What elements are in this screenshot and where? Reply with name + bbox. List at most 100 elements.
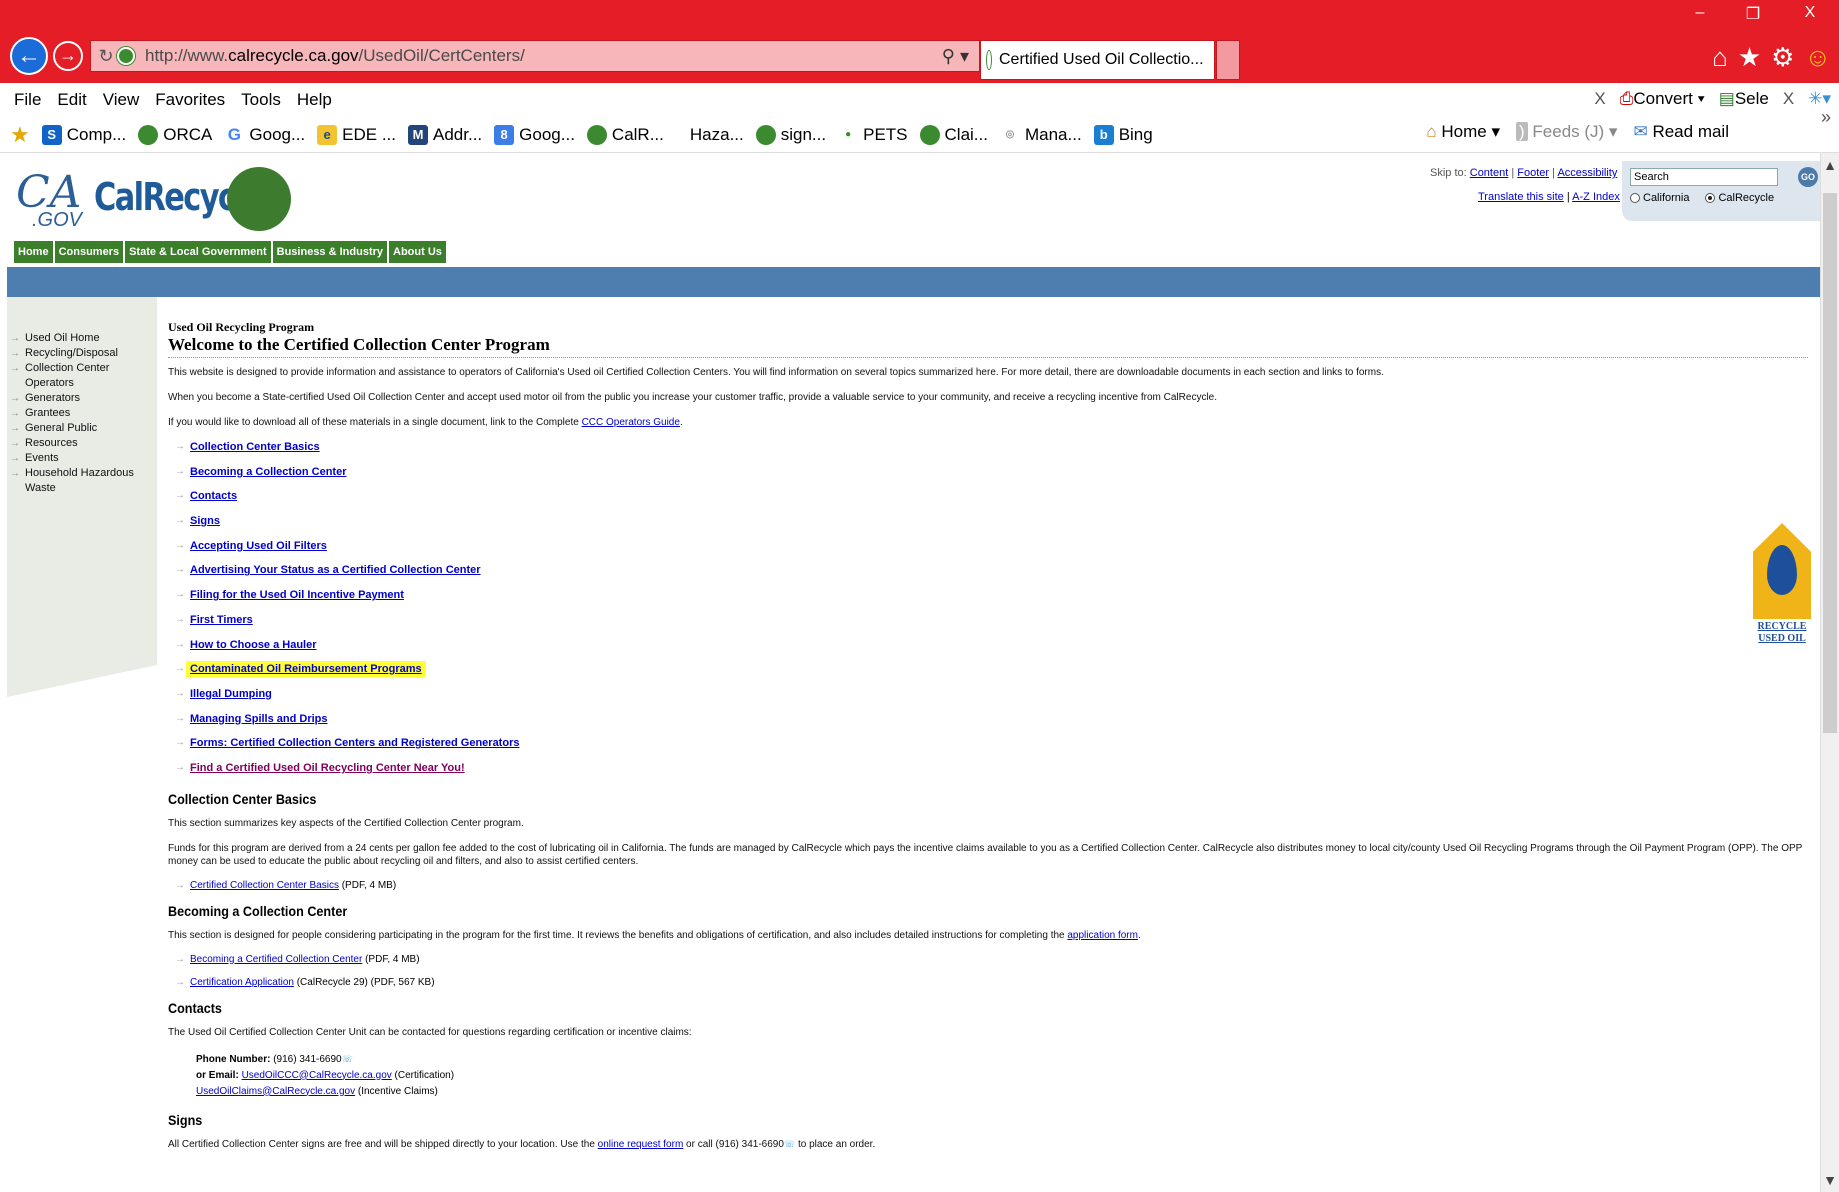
nav-state-local-government[interactable]: State & Local Government bbox=[125, 241, 273, 263]
link-managing-spills[interactable]: Managing Spills and Drips bbox=[190, 713, 328, 725]
application-form-link[interactable]: application form bbox=[1067, 930, 1138, 941]
ccc-operators-guide-link[interactable]: CCC Operators Guide bbox=[582, 417, 680, 428]
translate-link[interactable]: Translate this site bbox=[1478, 191, 1564, 203]
search-go-button[interactable]: GO bbox=[1798, 167, 1818, 187]
fav-sign[interactable]: sign... bbox=[755, 124, 826, 145]
nav-home[interactable]: Home bbox=[14, 241, 55, 263]
gear-icon[interactable]: ⚙ bbox=[1771, 42, 1794, 73]
refresh-icon[interactable]: ↻ bbox=[95, 46, 117, 67]
google-icon: G bbox=[224, 124, 245, 145]
nav-consumers[interactable]: Consumers bbox=[54, 241, 126, 263]
forward-arrow-icon[interactable]: → bbox=[53, 41, 83, 71]
link-find-center[interactable]: Find a Certified Used Oil Recycling Cent… bbox=[190, 762, 465, 774]
az-index-link[interactable]: A-Z Index bbox=[1572, 191, 1620, 203]
fav-bing[interactable]: b Bing bbox=[1093, 124, 1153, 145]
list-item: Signs bbox=[168, 515, 1808, 540]
leftnav-resources[interactable]: Resources bbox=[10, 436, 157, 451]
feeds-button[interactable]: ) Feeds (J) ▾ bbox=[1516, 122, 1617, 142]
link-first-timers[interactable]: First Timers bbox=[190, 614, 253, 626]
favorites-star-add-icon[interactable]: ★ bbox=[10, 122, 30, 148]
link-becoming-collection-center[interactable]: Becoming a Collection Center bbox=[190, 466, 346, 478]
recycle-used-oil-logo[interactable]: RECYCLE USED OIL bbox=[1750, 523, 1814, 645]
back-arrow-icon[interactable]: ← bbox=[10, 37, 48, 75]
home-icon[interactable]: ⌂ bbox=[1712, 42, 1728, 73]
smiley-feedback-icon[interactable]: ☺ bbox=[1804, 42, 1831, 73]
address-bar[interactable]: ↻ http://www.calrecycle.ca.gov/UsedOil/C… bbox=[90, 40, 980, 72]
restore-button[interactable]: ❐ bbox=[1733, 4, 1773, 24]
email-ccc-link[interactable]: UsedOilCCC@CalRecycle.ca.gov bbox=[242, 1070, 392, 1081]
read-mail-button[interactable]: ✉ Read mail bbox=[1633, 122, 1729, 142]
ca-gov-calrecycle-logo[interactable]: CA .GOV CalRecycle bbox=[12, 163, 291, 238]
menu-edit[interactable]: Edit bbox=[57, 90, 86, 110]
menu-favorites[interactable]: Favorites bbox=[155, 90, 225, 110]
fav-addr[interactable]: M Addr... bbox=[408, 124, 482, 145]
tab-certified-used-oil[interactable]: Certified Used Oil Collectio... × bbox=[980, 40, 1223, 80]
close-window-button[interactable]: X bbox=[1790, 4, 1830, 22]
fav-pets[interactable]: ● PETS bbox=[838, 125, 907, 145]
skip-accessibility-link[interactable]: Accessibility bbox=[1557, 167, 1617, 179]
menu-help[interactable]: Help bbox=[297, 90, 332, 110]
nav-business-industry[interactable]: Business & Industry bbox=[272, 241, 389, 263]
toolbar-close-button[interactable]: X bbox=[1594, 89, 1605, 109]
fav-ede[interactable]: e EDE ... bbox=[317, 124, 396, 145]
radio-california[interactable]: California bbox=[1630, 192, 1689, 204]
link-accepting-used-oil-filters[interactable]: Accepting Used Oil Filters bbox=[190, 540, 327, 552]
leftnav-events[interactable]: Events bbox=[10, 451, 157, 466]
becoming-pdf-link[interactable]: Becoming a Certified Collection Center bbox=[190, 954, 362, 965]
fav-calr[interactable]: CalR... bbox=[586, 124, 664, 145]
skip-content-link[interactable]: Content bbox=[1470, 167, 1509, 179]
skip-footer-link[interactable]: Footer bbox=[1517, 167, 1549, 179]
link-collection-center-basics[interactable]: Collection Center Basics bbox=[190, 441, 320, 453]
chevron-more-icon[interactable]: » bbox=[1821, 107, 1831, 128]
link-contaminated-oil-reimbursement[interactable]: Contaminated Oil Reimbursement Programs bbox=[186, 661, 426, 678]
search-icon[interactable]: ⚲ ▾ bbox=[942, 46, 969, 67]
link-illegal-dumping[interactable]: Illegal Dumping bbox=[190, 688, 272, 700]
address-url[interactable]: http://www.calrecycle.ca.gov/UsedOil/Cer… bbox=[145, 46, 525, 66]
email-claims-link[interactable]: UsedOilClaims@CalRecycle.ca.gov bbox=[196, 1086, 355, 1097]
fav-clai[interactable]: Clai... bbox=[919, 124, 988, 145]
new-tab-button[interactable] bbox=[1216, 40, 1240, 80]
scroll-thumb[interactable] bbox=[1823, 193, 1837, 733]
list-item: Filing for the Used Oil Incentive Paymen… bbox=[168, 589, 1808, 614]
online-request-form-link[interactable]: online request form bbox=[598, 1139, 684, 1150]
menu-file[interactable]: File bbox=[14, 90, 41, 110]
search-input[interactable] bbox=[1630, 168, 1778, 186]
convert-button[interactable]: ⎙Convert ▾ bbox=[1620, 89, 1705, 109]
scroll-down-icon[interactable]: ▼ bbox=[1823, 1172, 1837, 1188]
leftnav-recycling-disposal[interactable]: Recycling/Disposal bbox=[10, 346, 157, 361]
fav-mana[interactable]: ◎ Mana... bbox=[1000, 125, 1082, 145]
link-contacts[interactable]: Contacts bbox=[190, 490, 237, 502]
leftnav-collection-center-operators[interactable]: Collection Center Operators bbox=[10, 361, 157, 391]
menu-view[interactable]: View bbox=[103, 90, 140, 110]
vertical-scrollbar[interactable]: ▲ ▼ bbox=[1820, 153, 1839, 1192]
minimize-button[interactable]: – bbox=[1680, 4, 1720, 22]
link-choose-hauler[interactable]: How to Choose a Hauler bbox=[190, 639, 317, 651]
fav-orca[interactable]: ORCA bbox=[138, 124, 212, 145]
link-signs[interactable]: Signs bbox=[190, 515, 220, 527]
web-slice-icon[interactable]: ✳▾ bbox=[1808, 89, 1831, 109]
leftnav-general-public[interactable]: General Public bbox=[10, 421, 157, 436]
menu-tools[interactable]: Tools bbox=[241, 90, 281, 110]
scroll-up-icon[interactable]: ▲ bbox=[1823, 157, 1837, 173]
fav-google-1[interactable]: G Goog... bbox=[224, 124, 305, 145]
phone-icon[interactable]: ☏ bbox=[342, 1054, 353, 1064]
select-button[interactable]: ▤Sele bbox=[1719, 89, 1769, 109]
nav-about-us[interactable]: About Us bbox=[389, 241, 448, 263]
link-advertising-status[interactable]: Advertising Your Status as a Certified C… bbox=[190, 564, 481, 576]
phone-icon[interactable]: ☏ bbox=[784, 1139, 795, 1149]
fav-google-2[interactable]: 8 Goog... bbox=[494, 124, 575, 145]
toolbar-close-button-2[interactable]: X bbox=[1783, 89, 1794, 109]
leftnav-used-oil-home[interactable]: Used Oil Home bbox=[10, 331, 157, 346]
favorites-star-icon[interactable]: ★ bbox=[1738, 42, 1761, 73]
link-forms[interactable]: Forms: Certified Collection Centers and … bbox=[190, 737, 519, 749]
link-filing-incentive-payment[interactable]: Filing for the Used Oil Incentive Paymen… bbox=[190, 589, 404, 601]
radio-calrecycle[interactable]: CalRecycle bbox=[1705, 192, 1774, 204]
fav-comp[interactable]: S Comp... bbox=[41, 124, 126, 145]
leftnav-generators[interactable]: Generators bbox=[10, 391, 157, 406]
certification-application-link[interactable]: Certification Application bbox=[190, 977, 294, 988]
leftnav-grantees[interactable]: Grantees bbox=[10, 406, 157, 421]
basics-pdf-link[interactable]: Certified Collection Center Basics bbox=[190, 880, 339, 891]
home-button[interactable]: ⌂ Home ▾ bbox=[1426, 122, 1500, 142]
fav-haza[interactable]: Haza... bbox=[690, 125, 744, 145]
leftnav-household-hazardous-waste[interactable]: Household Hazardous Waste bbox=[10, 466, 157, 496]
